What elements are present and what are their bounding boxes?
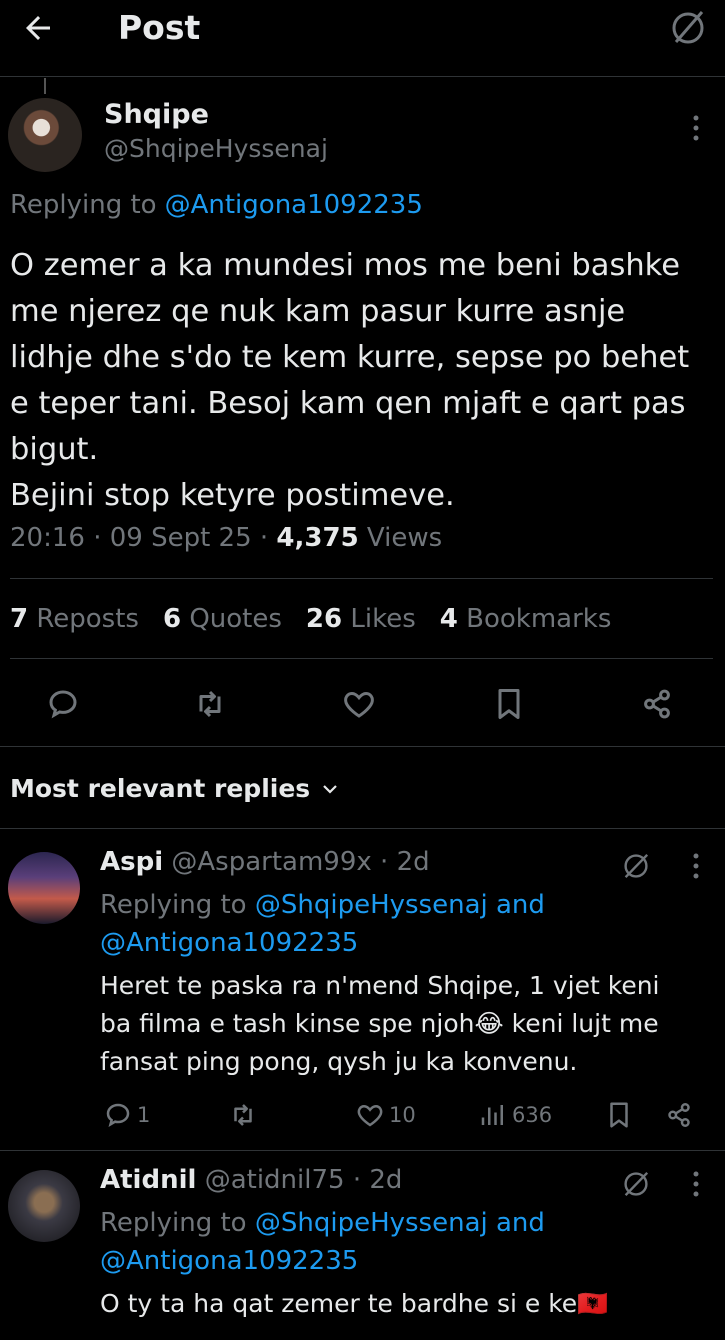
reply-line: Heret te paska ra n'mend Shqipe, 1 vjet … xyxy=(100,971,660,1000)
replying-prefix: Replying to xyxy=(10,190,157,220)
replying-handle[interactable]: @Antigona1092235 xyxy=(100,924,545,962)
post-meta: 20:16 · 09 Sept 25 · 4,375 Views xyxy=(10,523,442,553)
reply-line: O ty ta ha qat zemer te bardhe si e ke🇦🇱 xyxy=(100,1289,609,1318)
replies-header: Most relevant replies xyxy=(10,774,311,803)
bookmark-icon[interactable] xyxy=(604,1100,634,1130)
reply-line: fansat ping pong, qysh ju ka konvenu. xyxy=(100,1047,578,1076)
post-timestamp[interactable]: 20:16 · 09 Sept 25 · xyxy=(10,523,276,553)
like-count: 10 xyxy=(389,1103,416,1127)
post-line: lidhje dhe s'do te kem kurre, sepse po b… xyxy=(10,340,690,375)
bookmark-icon[interactable] xyxy=(491,686,527,722)
replying-handle[interactable]: @Antigona1092235 xyxy=(100,1242,545,1280)
chevron-down-icon xyxy=(320,779,340,799)
share-icon[interactable] xyxy=(664,1100,694,1130)
post-line: me njerez qe nuk kam pasur kurre asnje xyxy=(10,294,626,329)
replying-handle[interactable]: @Antigona1092235 xyxy=(165,190,423,220)
actions-divider xyxy=(0,746,725,747)
reply-author-name[interactable]: Atidnil xyxy=(100,1165,196,1195)
replying-handles[interactable]: @ShqipeHyssenaj and xyxy=(255,890,545,920)
replying-to: Replying to @Antigona1092235 xyxy=(10,190,423,220)
likes-stat[interactable]: 26 Likes xyxy=(306,604,416,634)
header-divider xyxy=(0,76,725,77)
quotes-stat[interactable]: 6 Quotes xyxy=(163,604,282,634)
repost-icon[interactable] xyxy=(192,686,228,722)
views-count: 636 xyxy=(512,1103,553,1127)
replies-sort-dropdown[interactable]: Most relevant replies xyxy=(10,774,340,803)
meta-divider xyxy=(10,578,713,579)
author-handle[interactable]: @ShqipeHyssenaj xyxy=(104,134,328,163)
post-line: O zemer a ka mundesi mos me beni bashke xyxy=(10,248,681,283)
avatar[interactable] xyxy=(8,1170,80,1242)
reply-count: 1 xyxy=(137,1103,151,1127)
reply-text: Heret te paska ra n'mend Shqipe, 1 vjet … xyxy=(100,967,660,1081)
stats-divider xyxy=(10,658,713,659)
reply-action[interactable]: 1 xyxy=(103,1100,150,1130)
reply-icon xyxy=(103,1100,133,1130)
reply-replying-to: Replying to @ShqipeHyssenaj and @Antigon… xyxy=(100,886,545,962)
grok-icon[interactable] xyxy=(668,8,708,48)
avatar[interactable] xyxy=(8,852,80,924)
reply-author-handle[interactable]: @atidnil75 xyxy=(205,1165,345,1195)
page-title: Post xyxy=(118,8,201,47)
views-action[interactable]: 636 xyxy=(478,1100,552,1130)
replies-header-divider xyxy=(0,828,725,829)
reply-icon[interactable] xyxy=(45,686,81,722)
like-icon xyxy=(355,1100,385,1130)
post-line: e teper tani. Besoj kam qen mjaft e qart… xyxy=(10,386,686,421)
replying-prefix: Replying to xyxy=(100,890,247,920)
reply-header: Aspi @Aspartam99x · 2d xyxy=(100,847,430,877)
reposts-stat[interactable]: 7 Reposts xyxy=(10,604,139,634)
repost-icon[interactable] xyxy=(228,1100,258,1130)
reply-line: ba filma e tash kinse spe njoh😂 keni luj… xyxy=(100,1009,659,1038)
thread-line xyxy=(44,78,46,94)
back-arrow-icon[interactable] xyxy=(20,10,56,46)
more-options-icon[interactable] xyxy=(686,112,706,144)
more-options-icon[interactable] xyxy=(686,850,706,882)
reply-replying-to: Replying to @ShqipeHyssenaj and @Antigon… xyxy=(100,1204,545,1280)
reply-divider xyxy=(0,1150,725,1151)
like-action[interactable]: 10 xyxy=(355,1100,416,1130)
grok-icon[interactable] xyxy=(620,850,652,882)
avatar[interactable] xyxy=(8,98,82,172)
bookmarks-stat[interactable]: 4 Bookmarks xyxy=(440,604,612,634)
reply-author-name[interactable]: Aspi xyxy=(100,847,163,877)
views-label: Views xyxy=(358,523,443,553)
author-name[interactable]: Shqipe xyxy=(104,99,209,130)
reply-age: · 2d xyxy=(344,1165,403,1195)
post-line: Bejini stop ketyre postimeve. xyxy=(10,478,455,513)
post-stats: 7 Reposts 6 Quotes 26 Likes 4 Bookmarks xyxy=(10,604,611,634)
more-options-icon[interactable] xyxy=(686,1168,706,1200)
replying-handles[interactable]: @ShqipeHyssenaj and xyxy=(255,1208,545,1238)
grok-icon[interactable] xyxy=(620,1168,652,1200)
replying-prefix: Replying to xyxy=(100,1208,247,1238)
views-icon xyxy=(478,1100,508,1130)
views-count: 4,375 xyxy=(276,523,359,553)
share-icon[interactable] xyxy=(639,686,675,722)
like-icon[interactable] xyxy=(341,686,377,722)
post-text: O zemer a ka mundesi mos me beni bashke … xyxy=(10,243,689,519)
reply-author-handle[interactable]: @Aspartam99x xyxy=(171,847,371,877)
reply-header: Atidnil @atidnil75 · 2d xyxy=(100,1165,402,1195)
reply-age: · 2d xyxy=(371,847,430,877)
post-line: bigut. xyxy=(10,432,99,467)
reply-text: O ty ta ha qat zemer te bardhe si e ke🇦🇱 xyxy=(100,1285,608,1323)
